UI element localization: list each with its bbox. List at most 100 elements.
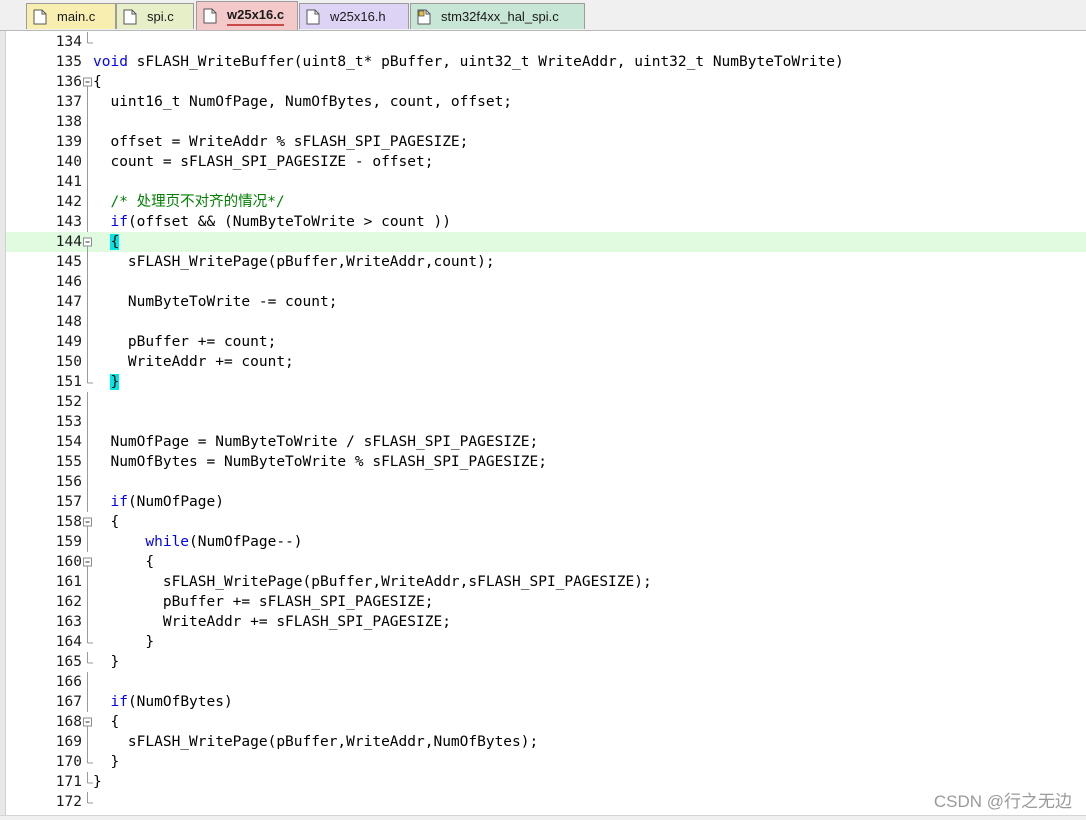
code-line[interactable]: 137 uint16_t NumOfPage, NumOfBytes, coun…: [6, 92, 1086, 112]
code-line[interactable]: 165 }: [6, 652, 1086, 672]
tab-w25x16-h[interactable]: w25x16.h: [299, 3, 409, 29]
tab-stm32f4xx-hal-spi-c[interactable]: stm32f4xx_hal_spi.c: [410, 3, 585, 29]
line-number: 168: [55, 714, 82, 730]
code-line[interactable]: 136 {: [6, 72, 1086, 92]
code-text: {: [93, 512, 119, 532]
code-line[interactable]: 142 /* 处理页不对齐的情况*/: [6, 192, 1086, 212]
keyword: if: [110, 214, 128, 230]
code-line[interactable]: 149 pBuffer += count;: [6, 332, 1086, 352]
code-line[interactable]: 143 if(offset && (NumByteToWrite > count…: [6, 212, 1086, 232]
line-number: 159: [55, 534, 82, 550]
code-text: /* 处理页不对齐的情况*/: [93, 192, 284, 212]
line-number: 167: [55, 694, 82, 710]
code-line[interactable]: 156: [6, 472, 1086, 492]
code-line[interactable]: 147 NumByteToWrite -= count;: [6, 292, 1086, 312]
code-line[interactable]: 167 if(NumOfBytes): [6, 692, 1086, 712]
tab-label: w25x16.h: [330, 9, 386, 24]
code-line[interactable]: 161 sFLASH_WritePage(pBuffer,WriteAddr,s…: [6, 572, 1086, 592]
line-number: 137: [55, 94, 82, 110]
code-segment: }: [93, 654, 120, 670]
code-text: void sFLASH_WriteBuffer(uint8_t* pBuffer…: [93, 52, 844, 72]
code-line[interactable]: 140 count = sFLASH_SPI_PAGESIZE - offset…: [6, 152, 1086, 172]
code-text: if(NumOfPage): [93, 492, 224, 512]
code-segment: }: [93, 754, 120, 770]
code-segment: WriteAddr += sFLASH_SPI_PAGESIZE;: [93, 614, 451, 630]
code-text: NumOfBytes = NumByteToWrite % sFLASH_SPI…: [93, 452, 547, 472]
fold-guide: [81, 392, 95, 412]
code-line[interactable]: 138: [6, 112, 1086, 132]
code-text: }: [93, 772, 102, 792]
code-line[interactable]: 151 }: [6, 372, 1086, 392]
code-text: sFLASH_WritePage(pBuffer,WriteAddr,count…: [93, 252, 495, 272]
code-text: while(NumOfPage--): [93, 532, 303, 552]
tab-w25x16-c[interactable]: w25x16.c: [196, 1, 298, 30]
code-line[interactable]: 158 {: [6, 512, 1086, 532]
line-number: 158: [55, 514, 82, 530]
code-segment: pBuffer += sFLASH_SPI_PAGESIZE;: [93, 594, 434, 610]
code-line[interactable]: 159 while(NumOfPage--): [6, 532, 1086, 552]
code-line[interactable]: 153: [6, 412, 1086, 432]
code-line[interactable]: 164 }: [6, 632, 1086, 652]
line-number: 139: [55, 134, 82, 150]
fold-end-icon: [81, 792, 95, 812]
code-text: if(NumOfBytes): [93, 692, 232, 712]
code-line[interactable]: 146: [6, 272, 1086, 292]
code-line[interactable]: 166: [6, 672, 1086, 692]
code-line[interactable]: 152: [6, 392, 1086, 412]
tab-spi-c[interactable]: spi.c: [116, 3, 194, 29]
code-line[interactable]: 141: [6, 172, 1086, 192]
code-text: count = sFLASH_SPI_PAGESIZE - offset;: [93, 152, 433, 172]
code-line[interactable]: 172: [6, 792, 1086, 812]
code-segment: NumOfPage = NumByteToWrite / sFLASH_SPI_…: [93, 434, 539, 450]
code-line[interactable]: 157 if(NumOfPage): [6, 492, 1086, 512]
code-line[interactable]: 134: [6, 32, 1086, 52]
code-line[interactable]: 169 sFLASH_WritePage(pBuffer,WriteAddr,N…: [6, 732, 1086, 752]
code-text: if(offset && (NumByteToWrite > count )): [93, 212, 450, 232]
code-line[interactable]: 144 {: [6, 232, 1086, 252]
code-line[interactable]: 145 sFLASH_WritePage(pBuffer,WriteAddr,c…: [6, 252, 1086, 272]
code-text: pBuffer += sFLASH_SPI_PAGESIZE;: [93, 592, 434, 612]
code-line[interactable]: 168 {: [6, 712, 1086, 732]
line-number: 140: [55, 154, 82, 170]
code-line[interactable]: 170 }: [6, 752, 1086, 772]
line-number: 134: [55, 34, 82, 50]
code-text: NumOfPage = NumByteToWrite / sFLASH_SPI_…: [93, 432, 538, 452]
code-text: }: [93, 652, 119, 672]
c-file-key-icon: [417, 9, 431, 25]
code-line[interactable]: 171}: [6, 772, 1086, 792]
h-file-icon: [306, 9, 320, 25]
tab-main-c[interactable]: main.c: [26, 3, 116, 29]
code-text: {: [93, 232, 120, 252]
code-line[interactable]: 139 offset = WriteAddr % sFLASH_SPI_PAGE…: [6, 132, 1086, 152]
code-line[interactable]: 154 NumOfPage = NumByteToWrite / sFLASH_…: [6, 432, 1086, 452]
code-line[interactable]: 163 WriteAddr += sFLASH_SPI_PAGESIZE;: [6, 612, 1086, 632]
code-line[interactable]: 155 NumOfBytes = NumByteToWrite % sFLASH…: [6, 452, 1086, 472]
line-number: 157: [55, 494, 82, 510]
code-line[interactable]: 150 WriteAddr += count;: [6, 352, 1086, 372]
code-text: sFLASH_WritePage(pBuffer,WriteAddr,NumOf…: [93, 732, 538, 752]
code-line[interactable]: 135 void sFLASH_WriteBuffer(uint8_t* pBuf…: [6, 52, 1086, 72]
code-line[interactable]: 160 {: [6, 552, 1086, 572]
horizontal-scrollbar[interactable]: [0, 815, 1086, 820]
line-number: 162: [55, 594, 82, 610]
code-segment: }: [93, 634, 155, 650]
code-segment: NumByteToWrite -= count;: [93, 294, 338, 310]
code-line[interactable]: 162 pBuffer += sFLASH_SPI_PAGESIZE;: [6, 592, 1086, 612]
code-text: }: [93, 752, 119, 772]
keyword: if: [110, 494, 128, 510]
line-number: 152: [55, 394, 82, 410]
code-segment: {: [93, 514, 120, 530]
line-number: 142: [55, 194, 82, 210]
tab-label: stm32f4xx_hal_spi.c: [441, 9, 559, 24]
code-line[interactable]: 148: [6, 312, 1086, 332]
code-segment: sFLASH_WritePage(pBuffer,WriteAddr,count…: [93, 254, 495, 270]
code-text: uint16_t NumOfPage, NumOfBytes, count, o…: [93, 92, 512, 112]
code-editor[interactable]: 134 135 void sFLASH_WriteBuffer(uint8_t* p…: [0, 31, 1086, 820]
code-segment: {: [93, 714, 120, 730]
code-segment: (NumOfPage--): [189, 534, 303, 550]
tab-label: main.c: [57, 9, 96, 24]
line-number: 163: [55, 614, 82, 630]
